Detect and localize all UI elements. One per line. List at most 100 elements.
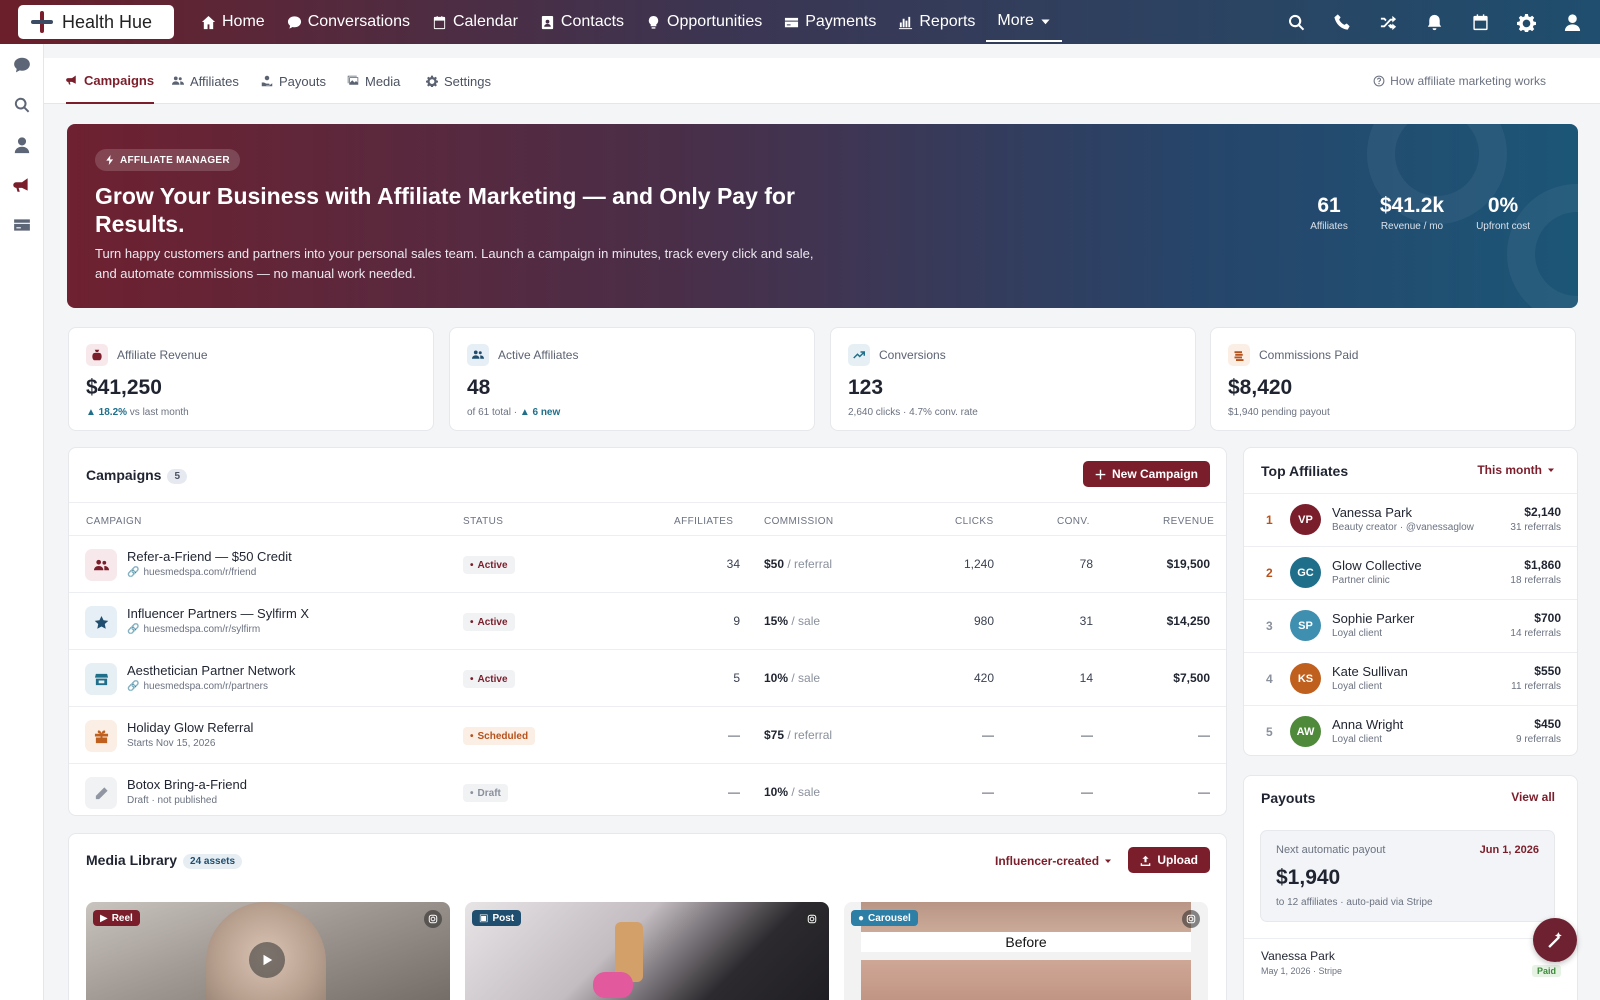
affiliate-name: Anna Wright [1332,717,1404,732]
rail-search-icon[interactable] [13,96,31,114]
megaphone-icon [66,75,76,85]
campaign-name[interactable]: Aesthetician Partner Network [127,663,295,678]
upload-button[interactable]: Upload [1128,847,1210,873]
gear-icon[interactable] [1517,13,1536,32]
tab-campaigns[interactable]: Campaigns [66,58,155,104]
trend-up-icon [848,344,870,366]
instagram-icon [424,910,442,928]
column-header-status: STATUS [463,516,504,527]
affiliate-type: Beauty creator · @vanessaglow [1332,522,1474,533]
sub-tabs: Campaigns Affiliates Payouts Media Setti… [44,58,1600,104]
revenue: — [1198,785,1210,799]
affiliate-name: Kate Sullivan [1332,664,1408,679]
period-filter-dropdown[interactable]: This month [1477,463,1555,477]
nav-conversations[interactable]: Conversations [276,0,421,44]
campaigns-card: Campaigns 5 New Campaign CAMPAIGN STATUS … [68,447,1227,816]
column-header-conv: CONV. [1057,516,1090,527]
campaign-name[interactable]: Botox Bring-a-Friend [127,777,247,792]
top-nav: Health Hue Home Conversations Calendar C… [0,0,1600,44]
rail-megaphone-icon[interactable] [13,176,31,194]
shuffle-icon[interactable] [1379,13,1398,32]
view-all-payouts-link[interactable]: View all [1511,790,1555,804]
coin-stack-icon [1228,344,1250,366]
next-payout-details: to 12 affiliates · auto-paid via Stripe [1276,897,1433,908]
column-header-campaign: CAMPAIGN [86,516,142,527]
people-icon [85,549,117,581]
pencil-icon [85,777,117,809]
media-tile-reel[interactable]: ▶ Reel [86,902,450,1000]
tab-media[interactable]: Media [347,58,400,104]
commission: 10% / sale [764,785,821,799]
clicks: 980 [973,614,994,628]
campaign-url: huesmedspa.com/r/friend [143,567,257,578]
media-tile-post[interactable]: ▣ Post [465,902,829,1000]
divider [1244,938,1577,939]
media-type-tag: ● Carousel [851,910,918,926]
creator-filter-dropdown[interactable]: Influencer-created [995,854,1112,868]
table-row[interactable]: Influencer Partners — Sylfirm X 🔗 huesmed… [69,593,1226,650]
campaign-name[interactable]: Holiday Glow Referral [127,720,253,735]
nav-opportunities[interactable]: Opportunities [635,0,773,44]
affiliate-item[interactable]: 1 VP Vanessa Park Beauty creator · @vane… [1244,493,1577,545]
revenue: $14,250 [1166,614,1210,628]
rail-card-icon[interactable] [13,216,31,234]
table-row[interactable]: Aesthetician Partner Network 🔗 huesmedspa… [69,650,1226,707]
magic-wand-fab[interactable] [1533,918,1577,962]
magic-wand-icon [1548,932,1562,948]
tab-affiliates[interactable]: Affiliates [172,58,239,104]
table-row[interactable]: Holiday Glow Referral Starts Nov 15, 202… [69,707,1226,764]
bell-icon[interactable] [1425,13,1444,32]
table-row[interactable]: Botox Bring-a-Friend Draft · not publish… [69,764,1226,821]
media-tile-carousel[interactable]: Before ● Carousel [844,902,1208,1000]
tab-payouts[interactable]: Payouts [261,58,326,104]
affiliate-name: Vanessa Park [1332,505,1412,520]
before-caption: Before [861,932,1191,952]
search-icon[interactable] [1287,13,1306,32]
campaigns-count: 5 [167,469,188,484]
calendar-nav-icon[interactable] [1471,13,1490,32]
campaigns-title: Campaigns 5 [86,467,188,484]
hand-coin-icon [261,75,273,87]
avatar: AW [1290,716,1321,747]
after-photo [861,960,1191,1000]
next-payout-amount: $1,940 [1276,866,1341,889]
contact-card-icon [541,15,554,29]
affiliate-item[interactable]: 5 AW Anna Wright Loyal client $450 9 ref… [1244,705,1577,757]
campaign-name[interactable]: Influencer Partners — Sylfirm X [127,606,309,621]
nav-home[interactable]: Home [190,0,276,44]
revenue: $7,500 [1173,671,1210,685]
table-row[interactable]: Refer-a-Friend — $50 Credit 🔗 huesmedspa.… [69,536,1226,593]
status-badge: • Active [463,613,515,631]
rail-chat-icon[interactable] [13,56,31,74]
caret-down-icon [1105,859,1112,863]
tab-settings[interactable]: Settings [426,58,491,104]
campaign-name[interactable]: Refer-a-Friend — $50 Credit [127,549,292,564]
nav-contacts[interactable]: Contacts [529,0,635,44]
star-icon [85,606,117,638]
phone-icon[interactable] [1333,13,1352,32]
affiliate-item[interactable]: 4 KS Kate Sullivan Loyal client $550 11 … [1244,652,1577,704]
affiliate-name: Sophie Parker [1332,611,1415,626]
conversions: — [1081,785,1093,799]
affiliate-item[interactable]: 2 GC Glow Collective Partner clinic $1,8… [1244,546,1577,598]
nav-calendar[interactable]: Calendar [421,0,529,44]
help-link[interactable]: How affiliate marketing works [1373,74,1546,88]
nav-reports[interactable]: Reports [887,0,986,44]
bar-chart-icon [899,16,913,29]
play-icon[interactable] [249,942,285,978]
avatar: VP [1290,504,1321,535]
nav-more[interactable]: More [986,2,1062,42]
storefront-icon [85,663,117,695]
new-campaign-button[interactable]: New Campaign [1082,461,1210,487]
user-profile-icon[interactable] [1563,13,1582,32]
affiliate-rank: 2 [1266,566,1273,580]
app-logo[interactable]: Health Hue [18,5,174,39]
instagram-icon [803,910,821,928]
question-circle-icon [1373,75,1385,87]
rail-user-icon[interactable] [13,136,31,154]
lightbulb-icon [648,15,659,29]
nav-payments[interactable]: Payments [773,0,887,44]
commission: $75 / referral [764,728,833,742]
top-affiliates-card: Top Affiliates This month 1 VP Vanessa P… [1243,447,1578,756]
affiliate-item[interactable]: 3 SP Sophie Parker Loyal client $700 14 … [1244,599,1577,651]
